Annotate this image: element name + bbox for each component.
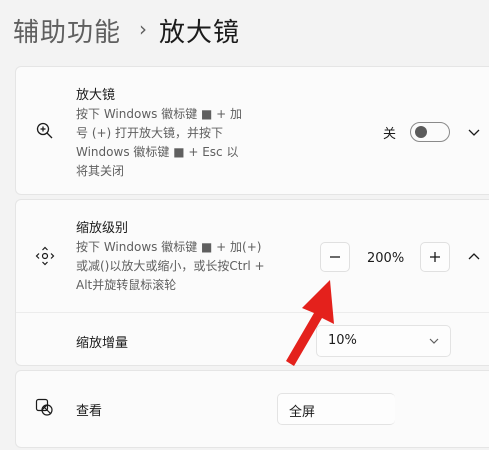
description-line: 按下 Windows 徽标键 ■ + 加	[76, 107, 243, 121]
zoom-level-description: 按下 Windows 徽标键 ■ + 加(+) 或减()以放大或缩小，或长按Ct…	[76, 238, 265, 295]
magnifier-toggle[interactable]	[410, 122, 450, 142]
zoom-in-button[interactable]	[420, 242, 450, 272]
description-line: 按下 Windows 徽标键 ■ + 加(+)	[76, 240, 262, 254]
zoom-level-card: 缩放级别 按下 Windows 徽标键 ■ + 加(+) 或减()以放大或缩小，…	[15, 199, 489, 366]
description-line: 将其关闭	[76, 164, 125, 178]
magnifier-title: 放大镜	[76, 88, 116, 103]
view-card: 查看 全屏	[15, 370, 489, 448]
zoom-out-button[interactable]	[320, 242, 350, 272]
toggle-knob	[415, 126, 427, 138]
breadcrumb-parent[interactable]: 辅助功能	[13, 12, 121, 49]
page-title: 放大镜	[159, 17, 241, 48]
chevron-up-icon[interactable]	[466, 249, 482, 265]
magnifier-icon	[35, 121, 55, 141]
zoom-level-icon	[35, 246, 55, 266]
description-line: 号 (+) 打开放大镜，并按下	[76, 126, 224, 140]
view-label: 查看	[76, 404, 103, 419]
minus-icon	[330, 256, 340, 258]
zoom-level-value: 200%	[367, 251, 405, 266]
divider	[16, 312, 489, 313]
view-dropdown[interactable]: 全屏	[277, 393, 395, 425]
zoom-increment-label: 缩放增量	[76, 336, 129, 351]
chevron-down-icon	[429, 338, 439, 344]
zoom-level-title: 缩放级别	[76, 221, 129, 236]
breadcrumb-separator-icon: ›	[139, 17, 148, 41]
magnifier-description: 按下 Windows 徽标键 ■ + 加 号 (+) 打开放大镜，并按下 Win…	[76, 105, 242, 181]
breadcrumb: 辅助功能 › 放大镜	[13, 10, 240, 50]
chevron-down-icon[interactable]	[466, 124, 482, 140]
description-line: 或减()以放大或缩小，或长按Ctrl +	[76, 259, 265, 273]
view-icon	[35, 398, 55, 418]
view-value: 全屏	[289, 405, 316, 420]
annotation-arrow-icon	[286, 280, 334, 366]
magnifier-card[interactable]: 放大镜 按下 Windows 徽标键 ■ + 加 号 (+) 打开放大镜，并按下…	[15, 66, 489, 195]
toggle-state-label: 关	[383, 127, 397, 142]
description-line: Windows 徽标键 ■ + Esc 以	[76, 145, 239, 159]
plus-icon	[430, 252, 440, 262]
description-line: Alt并旋转鼠标滚轮	[76, 278, 177, 292]
